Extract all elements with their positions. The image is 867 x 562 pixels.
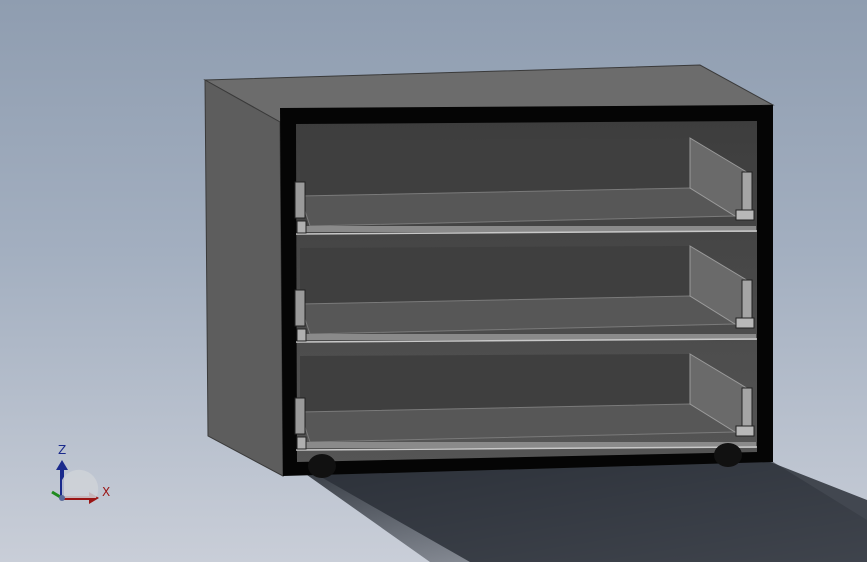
triad-x-label: X — [102, 485, 111, 499]
drawer-back-panel — [300, 246, 690, 304]
drawer-right-clip — [735, 425, 755, 437]
floor-shadow-core — [300, 458, 867, 562]
drawer-left-bracket — [294, 289, 306, 327]
triad-z-label: Z — [58, 443, 67, 457]
drawer-right-clip — [735, 209, 755, 221]
drawer-back-panel — [300, 138, 690, 196]
drawer-left-bracket — [294, 397, 306, 435]
drawer-right-bracket — [741, 387, 753, 429]
drawer-left-bracket — [294, 181, 306, 219]
drawer-left-clip — [296, 220, 307, 234]
caster-wheel-right — [714, 443, 742, 467]
cad-viewport[interactable]: Z X — [0, 0, 867, 562]
coordinate-triad — [51, 460, 99, 504]
drawer-left-clip — [296, 436, 307, 450]
drawer-back-panel — [300, 354, 690, 412]
cabinet-model-scene[interactable] — [0, 0, 867, 562]
drawer-right-clip — [735, 317, 755, 329]
caster-wheel-left — [308, 454, 336, 478]
drawer-left-clip — [296, 328, 307, 342]
cabinet-left-side — [204, 79, 284, 477]
drawer-right-bracket — [741, 171, 753, 213]
drawer-right-bracket — [741, 279, 753, 321]
